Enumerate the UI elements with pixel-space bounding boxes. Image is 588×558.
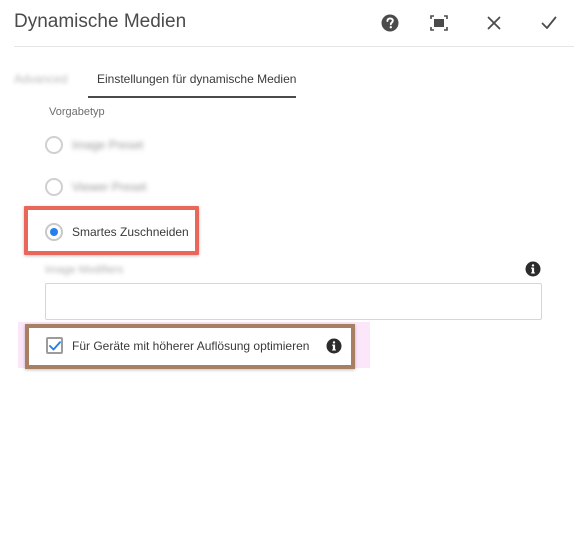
help-icon [381,14,399,32]
optimize-checkbox-row[interactable]: Für Geräte mit höherer Auflösung optimie… [46,337,309,354]
radio-selected-dot [50,228,58,236]
image-modifier-input[interactable] [45,283,542,320]
dialog-header: Dynamische Medien [0,0,588,46]
tab-dynamic-media-settings[interactable]: Einstellungen für dynamische Medien [97,72,296,86]
image-modifier-label: Image Modifiers [45,264,124,276]
info-icon[interactable] [525,261,541,277]
radio-image-preset[interactable]: Image Preset [45,135,143,155]
radio-circle[interactable] [45,136,63,154]
close-icon [487,16,501,30]
fullscreen-icon [430,15,448,31]
checkmark-icon [48,340,61,350]
tab-advanced[interactable]: Advanced [14,72,67,86]
radio-smart-crop[interactable]: Smartes Zuschneiden [45,222,189,242]
active-tab-indicator [88,96,296,98]
close-button[interactable] [483,12,505,34]
radio-label: Viewer Preset [72,180,147,194]
dialog-title: Dynamische Medien [14,11,187,32]
help-button[interactable] [379,12,401,34]
radio-circle[interactable] [45,178,63,196]
optimize-checkbox-label: Für Geräte mit höherer Auflösung optimie… [72,338,310,353]
header-divider [14,46,574,47]
done-button[interactable] [538,12,560,34]
preset-type-label: Vorgabetyp [49,106,105,118]
info-icon[interactable] [326,338,342,354]
radio-circle[interactable] [45,223,63,241]
radio-viewer-preset[interactable]: Viewer Preset [45,177,146,197]
radio-label: Smartes Zuschneiden [72,225,189,239]
check-icon [541,16,557,29]
fullscreen-button[interactable] [428,12,450,34]
optimize-checkbox[interactable] [46,337,63,354]
radio-label: Image Preset [72,138,144,152]
